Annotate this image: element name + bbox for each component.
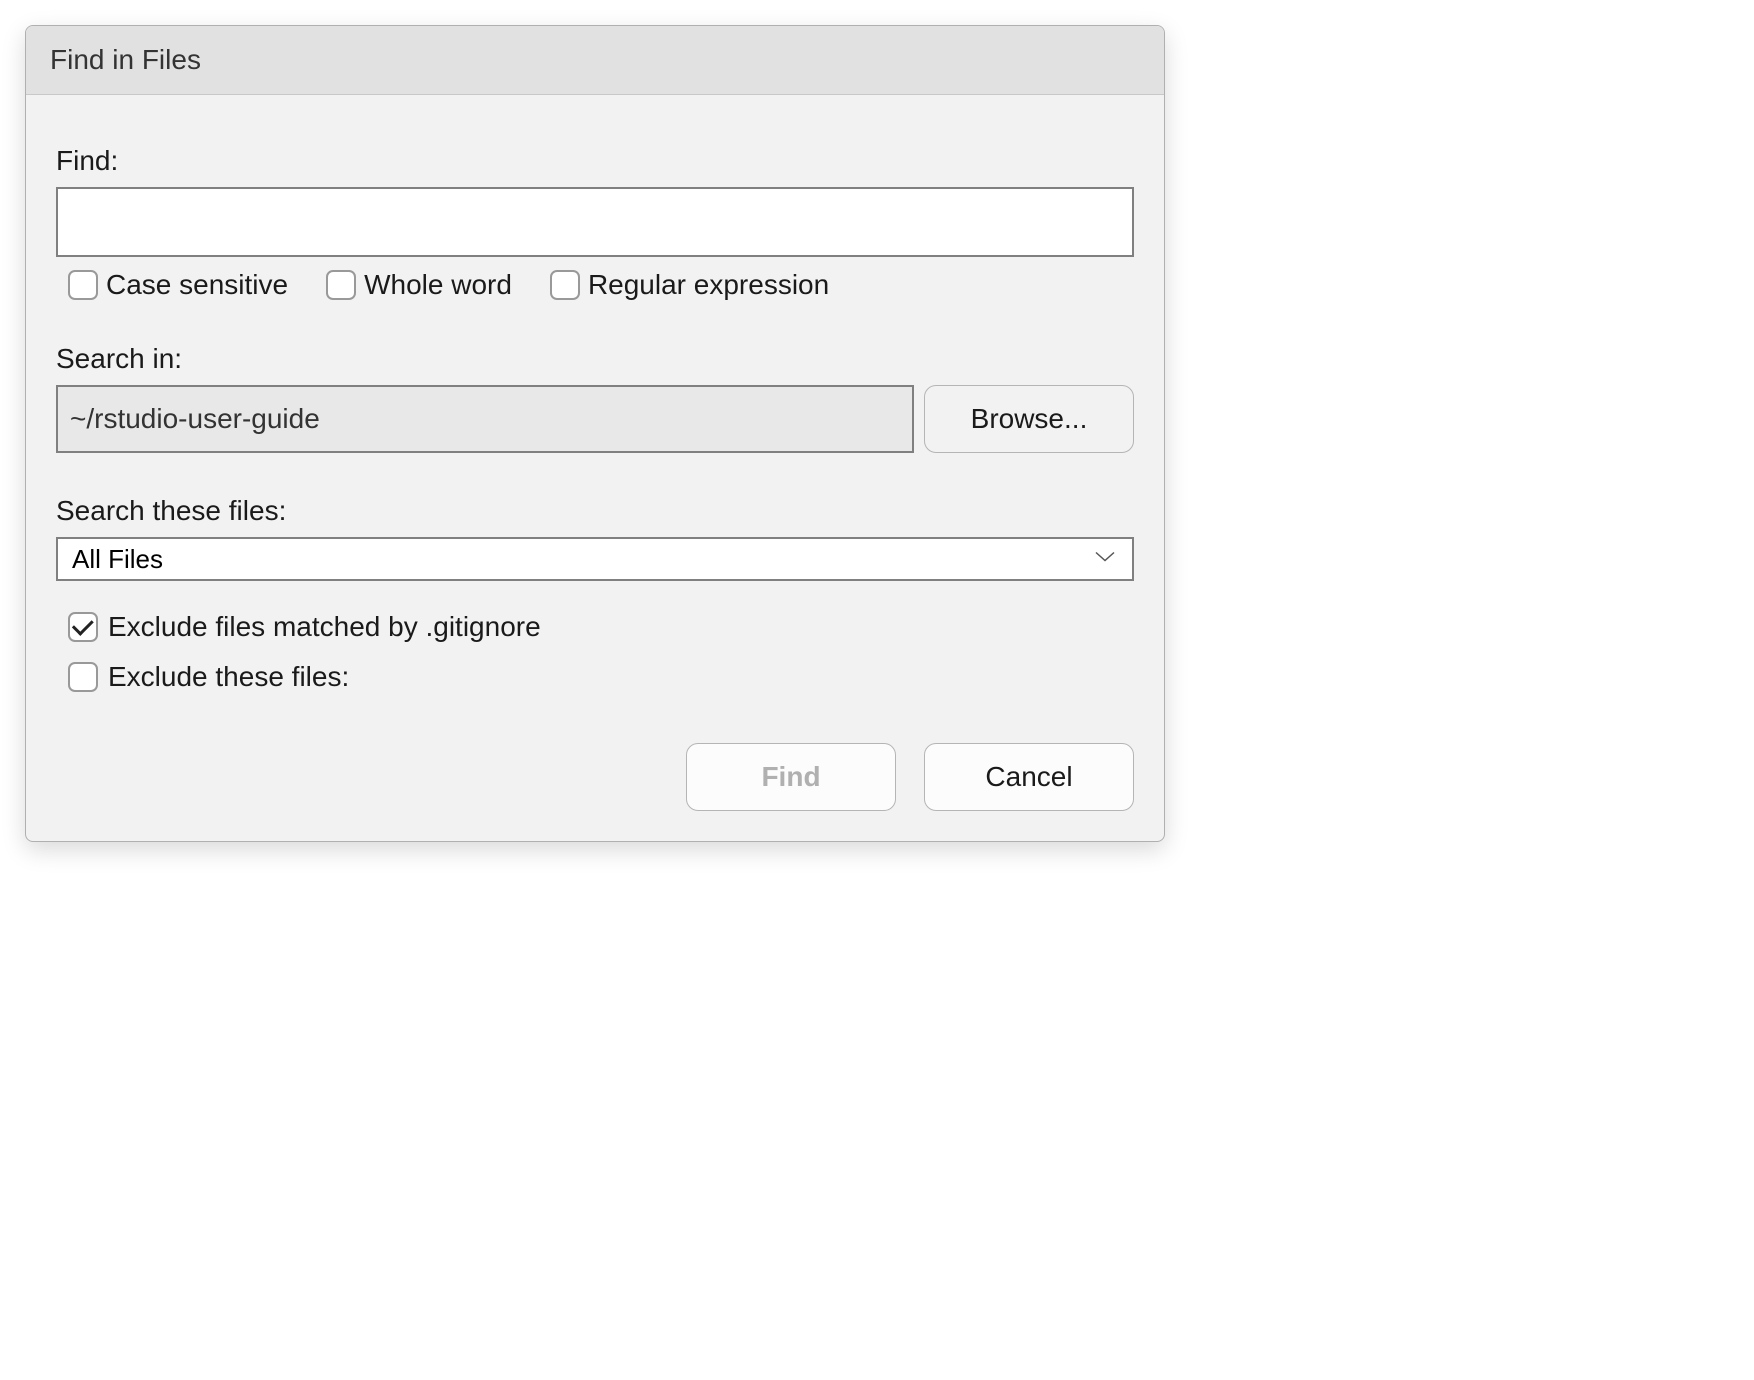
search-files-label: Search these files:: [56, 495, 1134, 527]
find-input[interactable]: [56, 187, 1134, 257]
dialog-content: Find: Case sensitive Whole word Regular …: [26, 95, 1164, 841]
search-in-section: Search in: ~/rstudio-user-guide Browse..…: [56, 343, 1134, 453]
search-files-section: Search these files: All Files: [56, 495, 1134, 581]
regex-checkbox[interactable]: [550, 270, 580, 300]
browse-label: Browse...: [971, 403, 1088, 435]
search-in-input[interactable]: ~/rstudio-user-guide: [56, 385, 914, 453]
search-in-label: Search in:: [56, 343, 1134, 375]
find-options-row: Case sensitive Whole word Regular expres…: [56, 269, 1134, 301]
search-in-value: ~/rstudio-user-guide: [70, 403, 320, 435]
find-label: Find:: [56, 145, 1134, 177]
whole-word-label: Whole word: [364, 269, 512, 301]
find-button[interactable]: Find: [686, 743, 896, 811]
exclude-files-option[interactable]: Exclude these files:: [56, 661, 1134, 693]
find-button-label: Find: [761, 761, 820, 793]
regex-option[interactable]: Regular expression: [550, 269, 829, 301]
exclude-gitignore-option[interactable]: Exclude files matched by .gitignore: [56, 611, 1134, 643]
cancel-button-label: Cancel: [985, 761, 1072, 793]
whole-word-checkbox[interactable]: [326, 270, 356, 300]
cancel-button[interactable]: Cancel: [924, 743, 1134, 811]
exclude-gitignore-checkbox[interactable]: [68, 612, 98, 642]
exclude-files-label: Exclude these files:: [108, 661, 349, 693]
dialog-title: Find in Files: [50, 44, 201, 75]
browse-button[interactable]: Browse...: [924, 385, 1134, 453]
case-sensitive-checkbox[interactable]: [68, 270, 98, 300]
regex-label: Regular expression: [588, 269, 829, 301]
search-files-select[interactable]: All Files: [56, 537, 1134, 581]
exclude-section: Exclude files matched by .gitignore Excl…: [56, 611, 1134, 693]
button-row: Find Cancel: [56, 743, 1134, 811]
whole-word-option[interactable]: Whole word: [326, 269, 512, 301]
dialog-titlebar: Find in Files: [26, 26, 1164, 95]
exclude-gitignore-label: Exclude files matched by .gitignore: [108, 611, 541, 643]
search-in-row: ~/rstudio-user-guide Browse...: [56, 385, 1134, 453]
find-in-files-dialog: Find in Files Find: Case sensitive Whole…: [25, 25, 1165, 842]
search-files-selected: All Files: [72, 544, 163, 575]
exclude-files-checkbox[interactable]: [68, 662, 98, 692]
case-sensitive-label: Case sensitive: [106, 269, 288, 301]
search-files-select-wrap: All Files: [56, 537, 1134, 581]
find-section: Find: Case sensitive Whole word Regular …: [56, 145, 1134, 301]
case-sensitive-option[interactable]: Case sensitive: [68, 269, 288, 301]
